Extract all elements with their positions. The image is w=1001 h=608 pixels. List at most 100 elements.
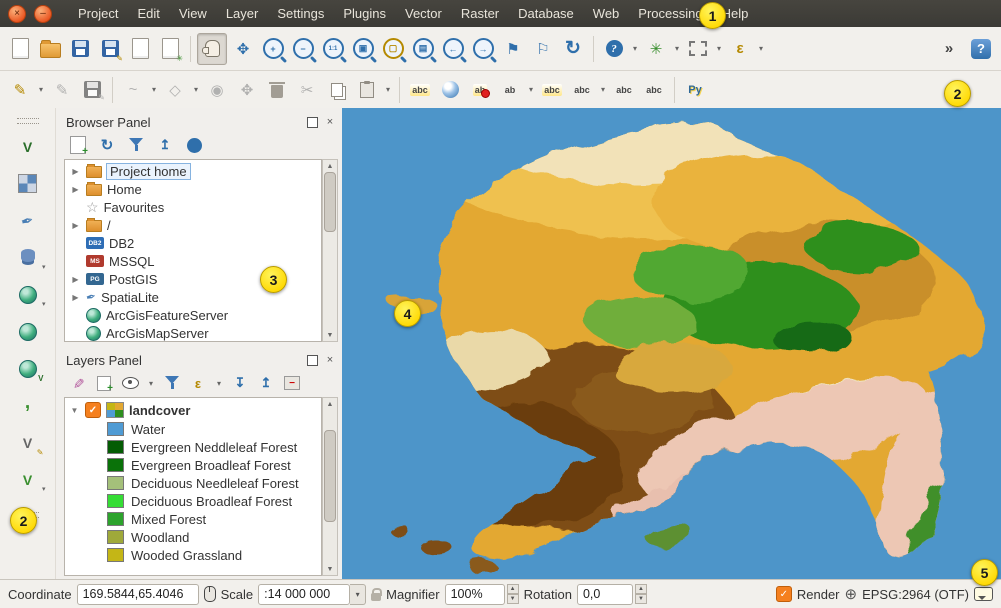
scale-input[interactable] xyxy=(258,584,350,605)
zoom-to-layer-button[interactable]: ▤ xyxy=(409,34,437,64)
expand-arrow-icon[interactable]: ▶ xyxy=(70,293,81,302)
refresh-browser-button[interactable]: ↻ xyxy=(97,135,117,155)
add-database-layer-button[interactable]: ▾ xyxy=(11,243,45,273)
add-vector-layer-button[interactable]: V xyxy=(11,132,45,162)
select-features-button[interactable] xyxy=(684,34,712,64)
vertex-tool-dropdown[interactable]: ▾ xyxy=(191,85,201,94)
feature-action-dropdown[interactable]: ▾ xyxy=(672,44,682,53)
layers-tree[interactable]: ▼ ✓ landcover Water Evergreen Neddleleaf… xyxy=(64,397,322,576)
expand-arrow-icon[interactable]: ▶ xyxy=(70,167,81,176)
python-console-button[interactable]: Py xyxy=(681,77,709,103)
menu-project[interactable]: Project xyxy=(78,6,118,21)
layout-manager-button[interactable]: ✳ xyxy=(156,34,184,64)
add-wfs-layer-button[interactable]: V xyxy=(11,354,45,384)
current-edits-button[interactable]: ✎ xyxy=(6,77,34,103)
legend-item-evergreen-broadleaf[interactable]: Evergreen Broadleaf Forest xyxy=(65,456,321,474)
pan-to-selection-button[interactable]: ✥ xyxy=(229,34,257,64)
expand-arrow-icon[interactable]: ▶ xyxy=(70,221,81,230)
legend-item-deciduous-broadleaf[interactable]: Deciduous Broadleaf Forest xyxy=(65,492,321,510)
messages-bubble-icon[interactable] xyxy=(974,587,993,601)
spin-down-icon[interactable]: ▼ xyxy=(635,594,647,604)
save-layer-edits-button[interactable]: ✎ xyxy=(78,77,106,103)
cut-features-button[interactable]: ✂ xyxy=(293,77,321,103)
expand-all-button[interactable]: ↧ xyxy=(230,373,250,393)
highlight-labels-button[interactable]: abc xyxy=(538,77,566,103)
remove-layer-button[interactable]: − xyxy=(282,373,302,393)
coordinate-input[interactable] xyxy=(77,584,199,605)
menu-layer[interactable]: Layer xyxy=(226,6,259,21)
menu-plugins[interactable]: Plugins xyxy=(343,6,386,21)
legend-item-water[interactable]: Water xyxy=(65,420,321,438)
show-bookmarks-button[interactable]: ⚐ xyxy=(529,34,557,64)
pin-labels-button[interactable]: ab xyxy=(496,77,524,103)
add-mesh-layer-button[interactable]: ✒ xyxy=(11,206,45,236)
legend-item-wooded-grassland[interactable]: Wooded Grassland xyxy=(65,546,321,564)
scroll-down-icon[interactable]: ▼ xyxy=(327,563,334,575)
crs-globe-icon[interactable]: ⊕ xyxy=(845,585,858,603)
add-group-button[interactable] xyxy=(94,373,114,393)
crs-status[interactable]: EPSG:2964 (OTF) xyxy=(862,587,969,602)
new-print-layout-button[interactable] xyxy=(126,34,154,64)
new-geopackage-layer-button[interactable]: V▾ xyxy=(11,465,45,495)
select-by-expression-dropdown[interactable]: ▾ xyxy=(756,44,766,53)
add-raster-layer-button[interactable] xyxy=(11,169,45,199)
open-project-button[interactable] xyxy=(36,34,64,64)
run-feature-action-button[interactable]: ✳ xyxy=(642,34,670,64)
add-wcs-layer-button[interactable] xyxy=(11,317,45,347)
float-panel-button[interactable] xyxy=(306,354,318,366)
magnifier-input[interactable] xyxy=(445,584,505,605)
copy-features-button[interactable] xyxy=(323,77,351,103)
map-canvas[interactable] xyxy=(342,108,1001,580)
zoom-next-button[interactable]: → xyxy=(469,34,497,64)
add-selected-layers-button[interactable] xyxy=(68,135,88,155)
layer-labeling-button[interactable]: abc xyxy=(406,77,434,103)
expand-arrow-icon[interactable]: ▶ xyxy=(70,275,81,284)
filter-expression-dropdown[interactable]: ▾ xyxy=(214,379,224,388)
zoom-native-button[interactable]: 1:1 xyxy=(319,34,347,64)
rotation-spinner[interactable]: ▲▼ xyxy=(635,584,647,604)
scroll-down-icon[interactable]: ▼ xyxy=(327,329,334,341)
browser-item-home[interactable]: ▶ Home xyxy=(65,180,321,198)
vertex-tool-button[interactable]: ◇ xyxy=(161,77,189,103)
scrollbar-thumb[interactable] xyxy=(324,430,336,522)
show-hide-labels-button[interactable]: abc xyxy=(568,77,596,103)
filter-legend-button[interactable] xyxy=(162,373,182,393)
menu-web[interactable]: Web xyxy=(593,6,620,21)
browser-item-spatialite[interactable]: ▶ ✒ SpatiaLite xyxy=(65,288,321,306)
new-shapefile-layer-button[interactable]: V✎ xyxy=(11,428,45,458)
identify-features-button[interactable]: ? xyxy=(600,34,628,64)
save-project-button[interactable] xyxy=(66,34,94,64)
layer-visibility-checkbox[interactable]: ✓ xyxy=(85,402,101,418)
spin-up-icon[interactable]: ▲ xyxy=(507,584,519,594)
browser-item-arcgis-featureserver[interactable]: ArcGisFeatureServer xyxy=(65,306,321,324)
toolbar-overflow-button[interactable]: » xyxy=(935,34,963,64)
filter-browser-button[interactable] xyxy=(126,135,146,155)
wms-dropdown[interactable]: ▾ xyxy=(42,300,46,308)
geopackage-dropdown[interactable]: ▾ xyxy=(42,485,46,493)
filter-by-expression-button[interactable]: ε xyxy=(188,373,208,393)
magnifier-spinner[interactable]: ▲▼ xyxy=(507,584,519,604)
properties-widget-button[interactable] xyxy=(184,135,204,155)
add-delimited-text-layer-button[interactable]: , xyxy=(11,391,45,421)
window-minimize-button[interactable]: – xyxy=(34,5,52,23)
toggle-editing-button[interactable]: ✎ xyxy=(48,77,76,103)
menu-database[interactable]: Database xyxy=(518,6,574,21)
manage-map-themes-button[interactable] xyxy=(120,373,140,393)
add-wms-layer-button[interactable]: ▾ xyxy=(11,280,45,310)
scrollbar-thumb[interactable] xyxy=(324,172,336,232)
close-panel-button[interactable]: × xyxy=(324,116,336,128)
float-panel-button[interactable] xyxy=(306,116,318,128)
menu-settings[interactable]: Settings xyxy=(277,6,324,21)
identify-dropdown[interactable]: ▾ xyxy=(630,44,640,53)
digitize-with-curve-button[interactable]: ~ xyxy=(119,77,147,103)
legend-item-evergreen-neddleleaf[interactable]: Evergreen Neddleleaf Forest xyxy=(65,438,321,456)
zoom-last-button[interactable]: ← xyxy=(439,34,467,64)
legend-item-woodland[interactable]: Woodland xyxy=(65,528,321,546)
browser-item-project-home[interactable]: ▶ Project home xyxy=(65,162,321,180)
scale-dropdown[interactable]: ▾ xyxy=(350,584,366,605)
paste-features-button[interactable] xyxy=(353,77,381,103)
menu-vector[interactable]: Vector xyxy=(405,6,442,21)
layers-scrollbar[interactable]: ▲ ▼ xyxy=(322,397,338,576)
menu-processing[interactable]: Processing xyxy=(638,6,702,21)
browser-item-arcgis-mapserver[interactable]: ArcGisMapServer xyxy=(65,324,321,342)
